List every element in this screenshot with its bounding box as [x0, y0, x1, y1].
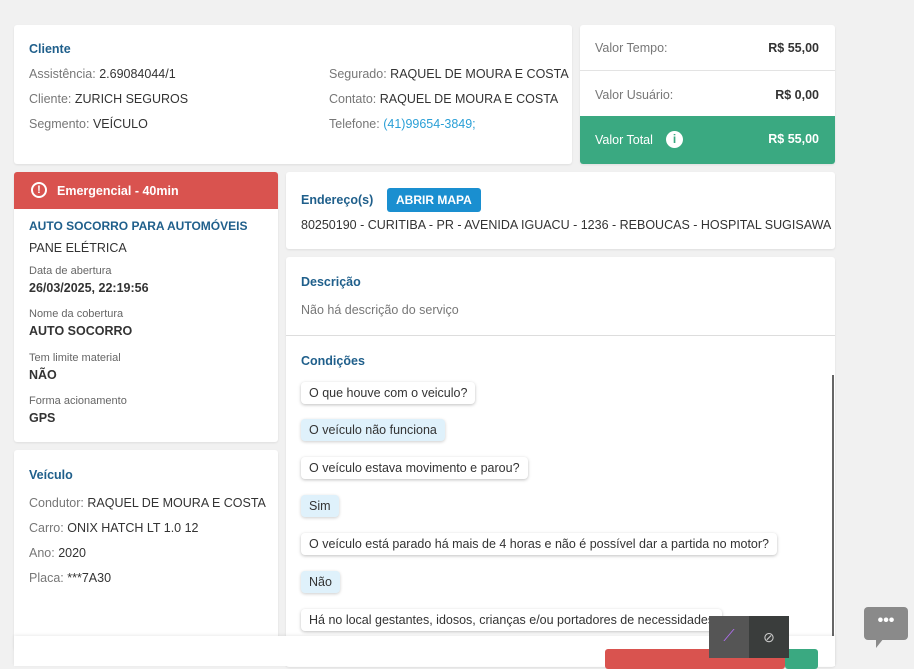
service-problem: PANE ELÉTRICA [29, 241, 127, 255]
telefone: Telefone: (41)99654-3849; [329, 117, 476, 131]
contato: Contato: RAQUEL DE MOURA E COSTA [329, 92, 559, 106]
emergency-label: Emergencial - 40min [57, 184, 179, 198]
floating-toolbar: ⟋ ⊘ [709, 616, 789, 658]
info-icon[interactable]: i [666, 131, 683, 148]
valor-usuario-label: Valor Usuário: [595, 88, 674, 102]
acionamento-label: Forma acionamento [29, 395, 127, 407]
emergency-badge: ! Emergencial - 40min [14, 172, 278, 209]
valor-total-label: Valor Total [595, 133, 653, 147]
abertura: 26/03/2025, 22:19:56 [29, 281, 149, 295]
client-title: Cliente [29, 42, 71, 56]
condition-answer: Não [301, 571, 340, 593]
acionamento: GPS [29, 411, 56, 425]
client-card: Cliente Assistência: 2.69084044/1 Client… [14, 25, 572, 164]
phone-link[interactable]: (41)99654-3849; [383, 117, 475, 131]
description-card: Descrição Não há descrição do serviço Co… [286, 257, 835, 667]
hide-icon[interactable]: ⊘ [749, 616, 789, 658]
scrollbar[interactable] [832, 375, 834, 637]
cobertura: AUTO SOCORRO [29, 324, 133, 338]
carro: Carro: ONIX HATCH LT 1.0 12 [29, 521, 199, 535]
segmento: Segmento: VEÍCULO [29, 117, 148, 131]
valor-usuario: R$ 0,00 [775, 88, 819, 102]
service-card: ! Emergencial - 40min AUTO SOCORRO PARA … [14, 172, 278, 442]
limite: NÃO [29, 368, 57, 382]
placa: Placa: ***7A30 [29, 571, 112, 585]
address-card: Endereço(s) ABRIR MAPA 80250190 - CURITI… [286, 172, 835, 249]
values-card: Valor Tempo: R$ 55,00 Valor Usuário: R$ … [580, 25, 835, 164]
segurado: Segurado: RAQUEL DE MOURA E COSTA [329, 67, 569, 81]
assistencia: Assistência: 2.69084044/1 [29, 67, 176, 81]
ano: Ano: 2020 [29, 546, 87, 560]
condition-question: Há no local gestantes, idosos, crianças … [301, 609, 723, 631]
description-title: Descrição [301, 275, 361, 289]
vehicle-title: Veículo [29, 468, 73, 482]
vehicle-card: Veículo Condutor: RAQUEL DE MOURA E COST… [14, 450, 278, 650]
valor-tempo-label: Valor Tempo: [595, 41, 668, 55]
open-map-button[interactable]: ABRIR MAPA [387, 188, 481, 212]
feather-icon[interactable]: ⟋ [709, 616, 749, 658]
abertura-label: Data de abertura [29, 265, 112, 277]
address-text: 80250190 - CURITIBA - PR - AVENIDA IGUAC… [301, 218, 832, 232]
valor-total: R$ 55,00 [768, 132, 819, 146]
condition-question: O veículo estava movimento e parou? [301, 457, 528, 479]
chat-icon[interactable]: ••• [864, 607, 908, 648]
condition-answer: O veículo não funciona [301, 419, 445, 441]
alert-icon: ! [31, 182, 47, 198]
condutor: Condutor: RAQUEL DE MOURA E COSTA [29, 496, 266, 510]
condition-answer: Sim [301, 495, 339, 517]
condition-question: O veículo está parado há mais de 4 horas… [301, 533, 777, 555]
address-title: Endereço(s) [301, 193, 374, 207]
valor-total-bar: Valor Total i R$ 55,00 [580, 116, 835, 164]
limite-label: Tem limite material [29, 352, 121, 364]
confirm-button[interactable] [785, 649, 818, 669]
service-type: AUTO SOCORRO PARA AUTOMÓVEIS [29, 219, 248, 233]
condition-question: O que houve com o veiculo? [301, 382, 476, 404]
description-text: Não há descrição do serviço [301, 303, 459, 317]
cobertura-label: Nome da cobertura [29, 308, 124, 320]
cliente: Cliente: ZURICH SEGUROS [29, 92, 189, 106]
valor-tempo: R$ 55,00 [768, 41, 819, 55]
conditions-title: Condições [301, 354, 365, 368]
